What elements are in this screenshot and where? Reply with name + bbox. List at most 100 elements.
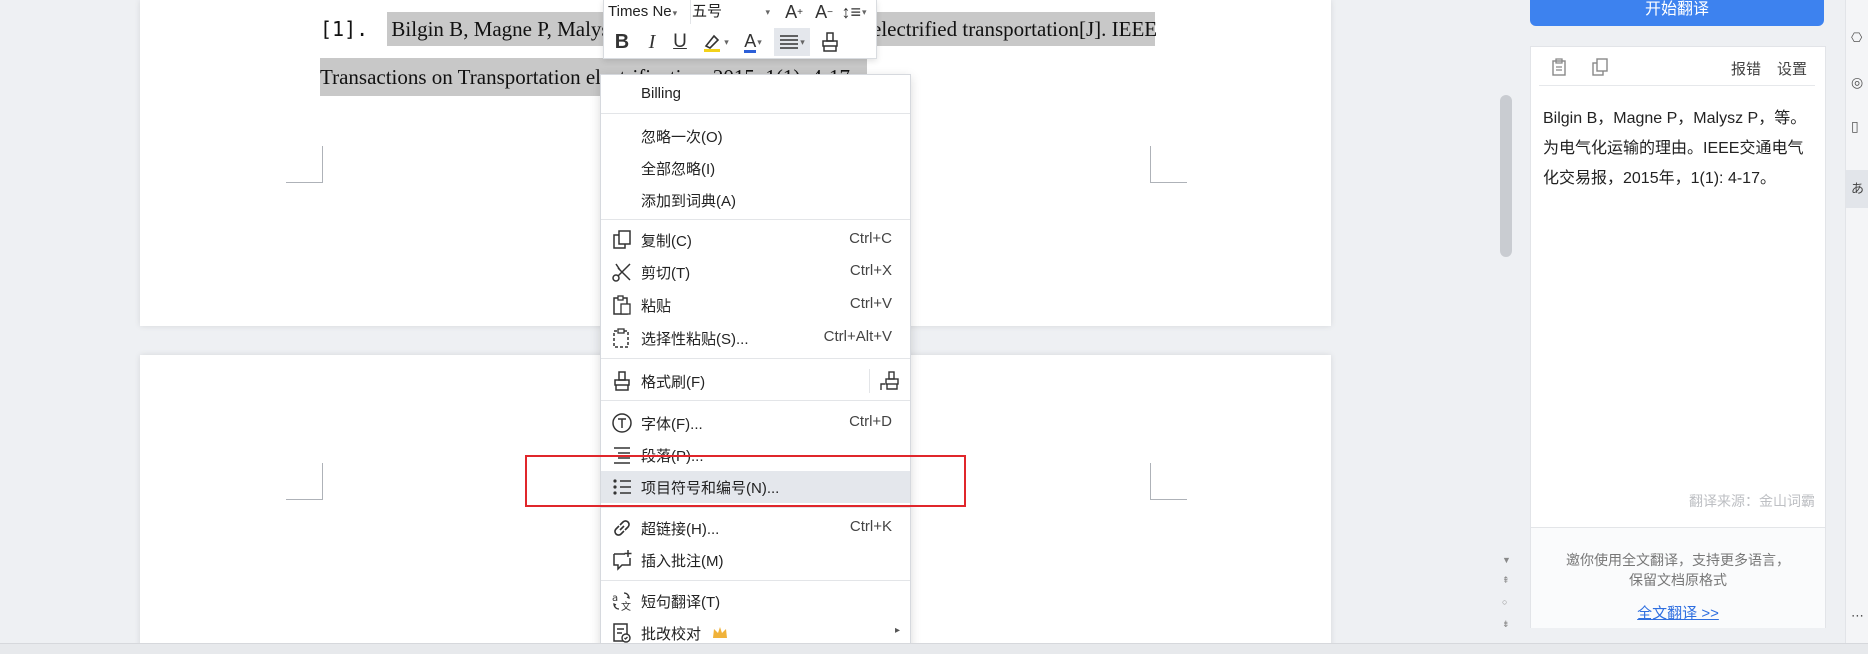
menu-item-insert-comment[interactable]: 插入批注(M) (601, 544, 910, 576)
sidebar-more-icon[interactable]: ⋯ (1851, 608, 1864, 624)
paste-source-icon[interactable] (1551, 58, 1569, 76)
menu-item-add-to-dictionary[interactable]: 添加到词典(A) (601, 184, 910, 216)
panel-toolbar: 报错 设置 (1539, 47, 1815, 86)
menu-item-label: 复制(C) (641, 233, 692, 250)
shrink-font-icon[interactable]: A − (810, 0, 838, 26)
crop-mark-top-left (286, 146, 323, 183)
format-painter-multi-icon[interactable] (879, 370, 901, 392)
grow-font-icon[interactable]: A + (780, 0, 808, 26)
font-size-select[interactable]: 五号 ▾ (692, 0, 774, 24)
translation-panel: 报错 设置 Bilgin B，Magne P，Malysz P，等。为电气化运输… (1530, 46, 1826, 628)
menu-item-label: 选择性粘贴(S)... (641, 331, 749, 348)
copy-icon (613, 230, 631, 249)
settings-link[interactable]: 设置 (1777, 58, 1807, 79)
menu-item-label: 全部忽略(I) (641, 161, 716, 178)
document-scrollbar[interactable]: ▼ ⇞ ○ ⇟ (1497, 0, 1517, 653)
menu-item-shortcut: Ctrl+D (849, 413, 892, 430)
next-page-icon[interactable]: ⇟ (1502, 619, 1510, 630)
underline-icon[interactable]: U (666, 28, 694, 56)
scroll-down-icon[interactable]: ▼ (1502, 555, 1511, 565)
start-translate-button[interactable]: 开始翻译 (1530, 0, 1824, 26)
menu-item-sentence-translate[interactable]: a文 短句翻译(T) (601, 585, 910, 617)
paste-special-icon (613, 328, 629, 348)
translation-source-label: 翻译来源：金山词霸 (1689, 493, 1815, 509)
menu-item-label: 添加到词典(A) (641, 193, 736, 210)
menu-item-shortcut: Ctrl+K (849, 518, 892, 535)
menu-separator (601, 113, 910, 114)
context-menu: Billing 忽略一次(O) 全部忽略(I) 添加到词典(A) 复制(C) C… (600, 74, 911, 651)
menu-item-shortcut: Ctrl+X (849, 262, 892, 279)
full-translate-link[interactable]: 全文翻译 >> (1531, 602, 1825, 623)
font-icon (612, 413, 632, 433)
menu-item-label: 字体(F)... (641, 416, 703, 433)
sidebar-book-icon[interactable]: ▯ (1851, 118, 1859, 135)
sidebar-palette-icon[interactable]: ◎ (1851, 74, 1863, 91)
scrollbar-thumb[interactable] (1500, 95, 1512, 257)
svg-text:文: 文 (621, 600, 631, 612)
font-name-select[interactable]: Times Ne▾ (608, 0, 691, 24)
select-browse-icon[interactable]: ○ (1502, 597, 1507, 607)
menu-item-font[interactable]: 字体(F)... Ctrl+D (601, 407, 910, 439)
menu-item-label: 超链接(H)... (641, 521, 720, 538)
submenu-arrow-icon: ▸ (894, 625, 900, 636)
scissors-icon (612, 263, 631, 282)
menu-item-suggestion[interactable]: Billing (601, 79, 910, 111)
status-bar (0, 643, 1868, 654)
add-comment-icon (613, 550, 632, 571)
copy-result-icon[interactable] (1591, 58, 1609, 76)
menu-item-label: 剪切(T) (641, 265, 691, 282)
menu-item-label: 插入批注(M) (641, 553, 724, 570)
annotation-highlight-box (525, 455, 966, 507)
highlight-icon[interactable]: ▾ (698, 28, 732, 56)
link-icon (614, 520, 630, 536)
chevron-down-icon: ▾ (765, 7, 770, 17)
format-painter-icon (614, 371, 630, 391)
crop-mark-top-right (1150, 463, 1187, 500)
menu-item-ignore-once[interactable]: 忽略一次(O) (601, 120, 910, 152)
menu-item-copy[interactable]: 复制(C) Ctrl+C (601, 224, 910, 256)
right-sidebar: ⎔ ◎ ▯ あ ⋯ (1845, 0, 1868, 653)
sidebar-collapse-icon[interactable]: ⎔ (1851, 30, 1862, 46)
proofread-icon (613, 623, 631, 643)
menu-item-cut[interactable]: 剪切(T) Ctrl+X (601, 256, 910, 288)
menu-item-label: 忽略一次(O) (641, 129, 723, 146)
menu-item-shortcut: Ctrl+C (849, 230, 892, 247)
menu-separator (601, 507, 910, 508)
crop-mark-top-left (286, 463, 323, 500)
menu-item-label: Billing (641, 85, 682, 102)
crop-mark-top-right (1150, 146, 1187, 183)
line-spacing-icon[interactable]: ↕≡ ▾ (840, 0, 868, 26)
translation-result: Bilgin B，Magne P，Malysz P，等。为电气化运输的理由。IE… (1543, 110, 1807, 187)
menu-item-paste[interactable]: 粘贴 Ctrl+V (601, 289, 910, 321)
promo-text: 邀你使用全文翻译，支持更多语言，保留文档原格式 (1566, 552, 1790, 588)
italic-icon[interactable]: I (638, 28, 666, 56)
menu-item-label: 批改校对 (641, 626, 702, 643)
menu-item-hyperlink[interactable]: 超链接(H)... Ctrl+K (601, 512, 910, 544)
reference-line-1-rest[interactable]: electrified transportation[J]. IEEE (872, 12, 1157, 46)
font-size-value: 五号 (692, 3, 723, 20)
menu-separator (601, 358, 910, 359)
menu-item-shortcut: Ctrl+Alt+V (823, 328, 892, 345)
crown-icon (713, 627, 727, 638)
menu-item-paste-special[interactable]: 选择性粘贴(S)... Ctrl+Alt+V (601, 322, 910, 354)
format-painter-icon[interactable] (816, 28, 844, 56)
clipboard-icon (613, 295, 631, 315)
menu-item-format-painter[interactable]: 格式刷(F) (601, 365, 910, 397)
chevron-down-icon: ▾ (672, 8, 678, 18)
menu-separator (601, 400, 910, 401)
menu-item-shortcut: Ctrl+V (849, 295, 892, 312)
align-icon[interactable]: ▾ (774, 28, 810, 56)
menu-item-ignore-all[interactable]: 全部忽略(I) (601, 152, 910, 184)
promo-box: 邀你使用全文翻译，支持更多语言，保留文档原格式 全文翻译 >> (1531, 527, 1825, 628)
font-color-icon[interactable]: A ▾ (736, 28, 770, 56)
report-error-link[interactable]: 报错 (1731, 58, 1761, 79)
sidebar-translate-icon[interactable]: あ (1846, 170, 1868, 208)
menu-item-label: 粘贴 (641, 298, 672, 315)
prev-page-icon[interactable]: ⇞ (1502, 575, 1510, 586)
bold-icon[interactable]: B (608, 28, 636, 56)
menu-item-label: 短句翻译(T) (641, 594, 721, 611)
font-name-value: Times Ne (608, 3, 672, 20)
menu-separator (601, 580, 910, 581)
format-painter-lock-divider (869, 369, 870, 393)
menu-separator (601, 219, 910, 220)
